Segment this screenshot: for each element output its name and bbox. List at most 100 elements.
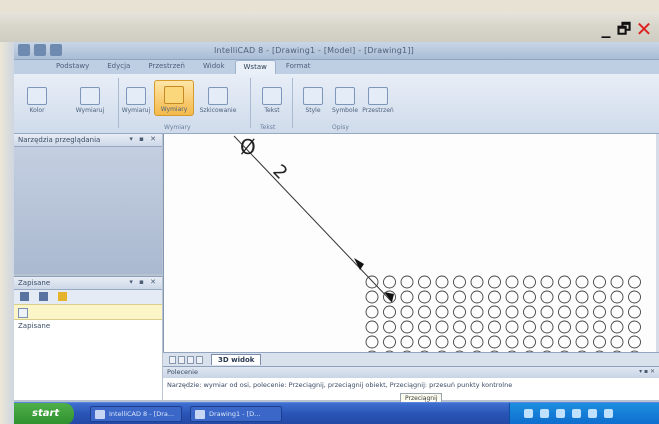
hole-circle: [453, 335, 466, 349]
hole-circle: [435, 290, 449, 304]
hole-circle: [558, 290, 571, 304]
hole-circle: [453, 275, 466, 289]
sheet-tabs-row: 3D widok: [163, 352, 659, 366]
hole-circle: [523, 320, 536, 334]
window-controls: _ 🗗 ✕: [599, 19, 653, 39]
close-button[interactable]: ✕: [635, 19, 653, 39]
diameter-symbol: Ø: [240, 135, 256, 159]
panel-controls-icon[interactable]: ▾ ▪ ✕: [129, 135, 158, 143]
ribbon-button-sketch[interactable]: Szkicowanie: [200, 80, 236, 116]
hole-circle: [400, 290, 414, 304]
sketch-icon: [208, 87, 228, 105]
hole-circle: [418, 320, 431, 334]
hole-circle: [575, 335, 589, 349]
saved-toolbar: [14, 290, 162, 304]
ribbon-button-styles[interactable]: Style: [298, 80, 328, 116]
drawing-canvas[interactable]: Ø 2: [163, 134, 659, 352]
ribbon-separator: [118, 78, 119, 128]
tray-icon[interactable]: [540, 409, 549, 418]
hole-circle: [505, 335, 519, 349]
hole-circle: [628, 305, 641, 319]
tab-5[interactable]: Format: [278, 60, 319, 74]
hole-circle: [418, 275, 431, 289]
undo-icon[interactable]: [50, 44, 62, 56]
viewer-strip: [0, 0, 659, 12]
system-tray: [509, 403, 659, 424]
ribbon-group-label: Tekst: [260, 124, 276, 131]
tab-2[interactable]: Przestrzeń: [140, 60, 193, 74]
viewer-left-edge: [0, 42, 14, 424]
prev-sheet-icon[interactable]: [178, 355, 185, 364]
star-icon[interactable]: [58, 292, 67, 301]
ribbon-separator: [292, 78, 293, 128]
hole-circle: [540, 320, 554, 334]
tab-3[interactable]: Widok: [195, 60, 233, 74]
app-menu-icon[interactable]: [18, 44, 30, 56]
dimension-list-icon: [80, 87, 100, 105]
hole-circle: [540, 290, 554, 304]
panel-title: Narzędzia przeglądania: [18, 136, 101, 144]
save-icon[interactable]: [34, 44, 46, 56]
hole-circle: [575, 305, 589, 319]
maximize-button[interactable]: 🗗: [616, 20, 632, 38]
hole-circle: [470, 275, 484, 289]
hole-circle: [628, 275, 641, 289]
hole-circle: [488, 305, 501, 319]
ribbon-group-label: Opisy: [332, 124, 349, 131]
grid-icon[interactable]: [20, 292, 29, 301]
panel-controls-icon[interactable]: ▾ ▪ ✕: [129, 278, 158, 286]
saved-selected-row[interactable]: [14, 304, 162, 320]
linear-dimension-icon: [126, 87, 146, 105]
saved-item[interactable]: Zapisane: [14, 320, 162, 332]
ribbon-group-label: Wymiary: [164, 124, 191, 131]
ribbon-button-dimensions-active[interactable]: Wymiary: [154, 80, 194, 116]
taskbar-item[interactable]: Drawing1 - [D...: [190, 406, 282, 422]
tray-icon[interactable]: [604, 409, 613, 418]
tray-icon[interactable]: [524, 409, 533, 418]
next-sheet-icon[interactable]: [187, 355, 194, 364]
minimize-button[interactable]: _: [599, 20, 613, 38]
sheet-tab[interactable]: 3D widok: [211, 354, 262, 365]
hole-circle: [628, 290, 641, 304]
hole-circle: [505, 320, 519, 334]
taskbar-item[interactable]: IntelliCAD 8 - [Dra...: [90, 406, 182, 422]
hole-circle: [523, 290, 536, 304]
hole-circle: [505, 275, 519, 289]
quick-access-toolbar: [18, 44, 62, 56]
tab-1[interactable]: Edycja: [99, 60, 138, 74]
tray-icon[interactable]: [572, 409, 581, 418]
hole-circle: [400, 305, 414, 319]
hole-circle: [558, 320, 571, 334]
ribbon-button-dimension[interactable]: Wymiaruj: [66, 80, 114, 116]
app-title-bar: IntelliCAD 8 - [Drawing1 - [Model] - [Dr…: [14, 42, 659, 60]
viewer-top-bar: _ 🗗 ✕: [0, 0, 659, 42]
first-sheet-icon[interactable]: [169, 355, 176, 364]
ribbon-button-text[interactable]: Tekst: [258, 80, 286, 116]
saved-panel: Zapisane ▾ ▪ ✕ Zapisane: [14, 276, 162, 400]
hole-circle: [418, 335, 431, 349]
hole-circle: [435, 335, 449, 349]
panel-title: Zapisane: [18, 279, 51, 287]
last-sheet-icon[interactable]: [196, 355, 203, 364]
command-line[interactable]: Narzędzie: wymiar od osi, polecenie: Prz…: [163, 378, 659, 392]
hole-circle: [488, 290, 501, 304]
tab-4[interactable]: Wstaw: [234, 60, 276, 74]
ribbon-button-symbols[interactable]: Symbole: [330, 80, 360, 116]
drawing-svg: Ø 2: [233, 135, 641, 352]
command-controls-icon[interactable]: ▾ ▪ ✕: [639, 368, 655, 375]
browse-tools-panel: Narzędzia przeglądania ▾ ▪ ✕: [14, 134, 162, 274]
ribbon-button-space[interactable]: Przestrzeń: [362, 80, 394, 116]
ribbon-button-dimensions[interactable]: Wymiaruj: [122, 80, 150, 116]
hole-circle: [558, 305, 571, 319]
tab-0[interactable]: Podstawy: [48, 60, 97, 74]
list-icon[interactable]: [39, 292, 48, 301]
ribbon-button-color[interactable]: Kolor: [24, 80, 50, 116]
dimension-value: 2: [268, 161, 291, 184]
start-button[interactable]: start: [14, 403, 74, 424]
tray-icon[interactable]: [556, 409, 565, 418]
hole-circle: [435, 305, 449, 319]
hole-circle: [488, 320, 501, 334]
hole-circle: [470, 320, 484, 334]
hole-circle: [558, 335, 571, 349]
tray-icon[interactable]: [588, 409, 597, 418]
